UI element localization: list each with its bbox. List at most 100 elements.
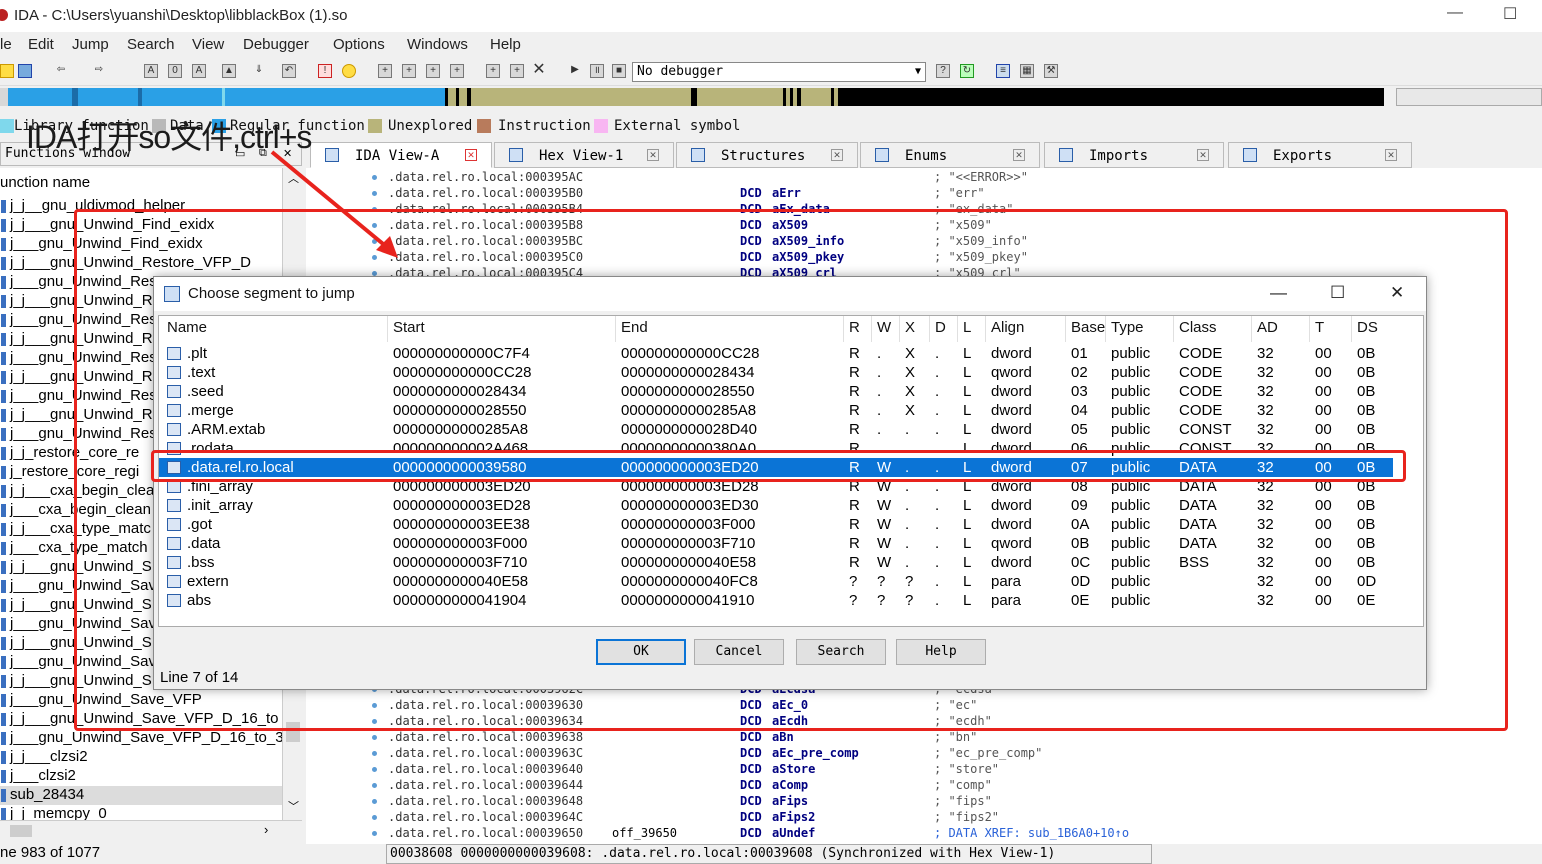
functions-horizontal-scrollbar[interactable]: › xyxy=(0,820,302,840)
close-icon[interactable]: ✕ xyxy=(465,149,477,161)
close-icon[interactable]: ✕ xyxy=(1385,149,1397,161)
proximity-icon[interactable]: + xyxy=(402,64,416,78)
tab-ida-view-a[interactable]: IDA View-A ✕ xyxy=(310,142,492,168)
function-row[interactable]: j_j__gnu_uldivmod_helper xyxy=(1,197,185,216)
search-next-icon[interactable]: A xyxy=(192,64,206,78)
segment-row[interactable]: .plt 000000000000C7F4 000000000000CC28 R. X.… xyxy=(159,344,1393,363)
minimize-button[interactable]: — xyxy=(1447,4,1463,22)
function-row[interactable]: sub_28434 xyxy=(0,786,282,805)
function-row[interactable]: j___gnu_Unwind_Find_exidx xyxy=(1,235,203,254)
search-button[interactable]: Search xyxy=(796,639,886,665)
forward-icon[interactable]: ⇨ xyxy=(92,64,106,78)
function-row[interactable]: j___gnu_Unwind_Res xyxy=(1,387,157,406)
menu-edit[interactable]: Edit xyxy=(28,36,54,53)
segment-row[interactable]: .text 000000000000CC28 0000000000028434 R. X… xyxy=(159,363,1393,382)
navigation-band-scroll[interactable] xyxy=(1396,88,1542,106)
segment-row[interactable]: .data.rel.ro.local 0000000000039580 000000… xyxy=(159,458,1393,477)
function-row[interactable]: j___gnu_Unwind_Res xyxy=(1,311,157,330)
function-row[interactable]: j___gnu_Unwind_Save_VFP_D_16_to_3 xyxy=(1,729,284,748)
function-row[interactable]: j___cxa_begin_clean xyxy=(1,501,151,520)
column-header-ds[interactable]: DS xyxy=(1357,319,1378,336)
function-row[interactable]: j___gnu_Unwind_Save_VFP xyxy=(1,691,202,710)
function-row[interactable]: j_j___cxa_type_matc xyxy=(1,520,151,539)
column-header-x[interactable]: X xyxy=(905,319,915,336)
minimize-button[interactable]: — xyxy=(1270,283,1287,303)
function-row[interactable]: j___gnu_Unwind_Sav xyxy=(1,653,156,672)
tab-structures[interactable]: Structures ✕ xyxy=(676,142,858,168)
menu-windows[interactable]: Windows xyxy=(407,36,468,53)
watch-icon[interactable]: ▦ xyxy=(1020,64,1034,78)
pause-icon[interactable]: ॥ xyxy=(590,64,604,78)
column-header-class[interactable]: Class xyxy=(1179,319,1217,336)
column-header-end[interactable]: End xyxy=(621,319,648,336)
column-header-name[interactable]: Name xyxy=(167,319,207,336)
navigation-band[interactable] xyxy=(0,88,1384,106)
scrollbar-thumb[interactable] xyxy=(10,825,32,837)
function-row[interactable]: j_j___gnu_Unwind_S xyxy=(1,596,152,615)
maximize-button[interactable]: ☐ xyxy=(1503,4,1517,24)
segment-row[interactable]: .init_array 000000000003ED28 000000000003E… xyxy=(159,496,1393,515)
column-header-type[interactable]: Type xyxy=(1111,319,1144,336)
function-row[interactable]: j_j___gnu_Unwind_Restore_VFP_D xyxy=(1,254,251,273)
close-icon[interactable]: ✕ xyxy=(647,149,659,161)
ok-button[interactable]: OK xyxy=(596,639,686,665)
function-row[interactable]: j_j___clzsi2 xyxy=(1,748,88,767)
menu-debugger[interactable]: Debugger xyxy=(243,36,309,53)
function-row[interactable]: j_j___gnu_Unwind_S xyxy=(1,672,152,691)
column-header-l[interactable]: L xyxy=(963,319,971,336)
segment-row[interactable]: .ARM.extab 00000000000285A8 0000000000028D… xyxy=(159,420,1393,439)
column-header-d[interactable]: D xyxy=(935,319,946,336)
column-header-base[interactable]: Base xyxy=(1071,319,1105,336)
open-icon[interactable] xyxy=(0,64,14,78)
stop-icon[interactable]: ■ xyxy=(612,64,626,78)
debug-settings-icon[interactable]: ? xyxy=(936,64,950,78)
function-row[interactable]: j_j___gnu_Unwind_Find_exidx xyxy=(1,216,214,235)
function-row[interactable]: j___clzsi2 xyxy=(1,767,76,786)
breakpoints-icon[interactable]: ≡ xyxy=(996,64,1010,78)
column-header-w[interactable]: W xyxy=(877,319,891,336)
close-button[interactable]: ✕ xyxy=(1390,283,1404,303)
chevron-down-icon[interactable]: ﹀ xyxy=(288,798,299,814)
menu-file[interactable]: le xyxy=(0,36,12,53)
connect-icon[interactable]: + xyxy=(486,64,500,78)
menu-view[interactable]: View xyxy=(192,36,224,53)
segment-row[interactable]: extern 0000000000040E58 0000000000040FC8??… xyxy=(159,572,1393,591)
column-header-t[interactable]: T xyxy=(1315,319,1324,336)
column-header-r[interactable]: R xyxy=(849,319,860,336)
function-row[interactable]: j___gnu_Unwind_Res xyxy=(1,425,157,444)
tab-imports[interactable]: Imports ✕ xyxy=(1044,142,1224,168)
close-icon[interactable]: ✕ xyxy=(1013,149,1025,161)
column-header-start[interactable]: Start xyxy=(393,319,425,336)
function-row[interactable]: j_j___gnu_Unwind_R xyxy=(1,292,153,311)
cancel-button[interactable]: Cancel xyxy=(694,639,784,665)
segment-row[interactable]: .rodata 000000000002A468 00000000000380A0 R… xyxy=(159,439,1393,458)
layout-icon[interactable]: + xyxy=(510,64,524,78)
segment-row[interactable]: abs 0000000000041904 0000000000041910???. L… xyxy=(159,591,1393,610)
back-icon[interactable]: ⇦ xyxy=(54,64,68,78)
function-row[interactable]: j_j_restore_core_re xyxy=(1,444,139,463)
menu-options[interactable]: Options xyxy=(333,36,385,53)
debugger-select[interactable]: No debugger ▼ xyxy=(632,62,926,82)
chevron-up-icon[interactable]: ︿ xyxy=(288,170,299,186)
function-row[interactable]: j_j___gnu_Unwind_Save_VFP_D_16_to xyxy=(1,710,279,729)
tab-exports[interactable]: Exports ✕ xyxy=(1228,142,1412,168)
scrollbar-thumb[interactable] xyxy=(286,722,300,742)
function-row[interactable]: j_j___gnu_Unwind_S xyxy=(1,634,152,653)
search-text-icon[interactable]: A xyxy=(144,64,158,78)
mark-icon[interactable]: ▲ xyxy=(222,64,236,78)
column-header-align[interactable]: Align xyxy=(991,319,1024,336)
undo-icon[interactable]: ↶ xyxy=(282,64,296,78)
run-icon[interactable]: ▶ xyxy=(568,64,582,78)
function-row[interactable]: j___cxa_type_match xyxy=(1,539,148,558)
column-header-ad[interactable]: AD xyxy=(1257,319,1278,336)
add-node-icon[interactable]: + xyxy=(426,64,440,78)
close-icon[interactable]: ✕ xyxy=(1197,149,1209,161)
menu-search[interactable]: Search xyxy=(127,36,175,53)
graph-icon[interactable]: + xyxy=(378,64,392,78)
save-icon[interactable] xyxy=(18,64,32,78)
segment-row[interactable]: .bss 000000000003F710 0000000000040E58 R W..… xyxy=(159,553,1393,572)
segment-row[interactable]: .got 000000000003EE38 000000000003F000 R W..… xyxy=(159,515,1393,534)
function-row[interactable]: j_restore_core_regi xyxy=(1,463,139,482)
tab-hex-view-1[interactable]: Hex View-1 ✕ xyxy=(494,142,674,168)
lumina-icon[interactable] xyxy=(342,64,356,78)
